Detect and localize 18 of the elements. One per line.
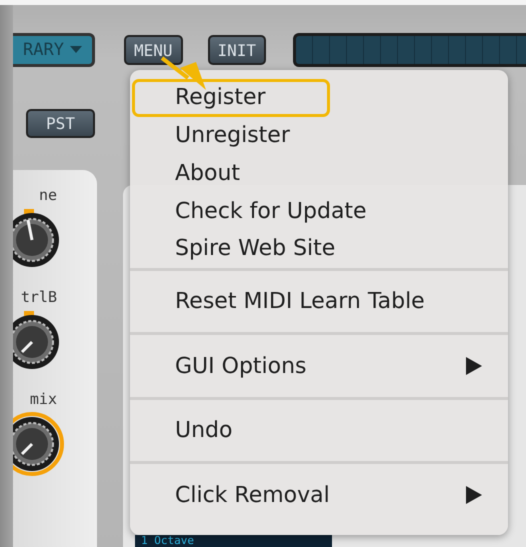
menu-item[interactable]: Click Removal xyxy=(130,464,508,526)
menu-item[interactable]: Spire Web Site xyxy=(130,230,508,268)
preset-button[interactable]: PST xyxy=(26,109,95,138)
menu-item[interactable]: Unregister xyxy=(130,116,508,154)
caret-icon xyxy=(70,46,82,54)
menu-item[interactable]: Register xyxy=(130,79,508,117)
octave-display: 1 Octave xyxy=(135,535,332,547)
menu-item[interactable]: About xyxy=(130,154,508,192)
menu-item[interactable]: Undo xyxy=(130,400,508,462)
menu-item[interactable]: Check for Update xyxy=(130,192,508,230)
knob[interactable] xyxy=(13,412,64,476)
menu-item[interactable]: Reset MIDI Learn Table xyxy=(130,270,508,332)
knob-label: mix xyxy=(28,390,58,408)
header-button[interactable]: MENU xyxy=(124,35,183,65)
knob-label: trlB xyxy=(20,288,58,306)
header-button[interactable]: INIT xyxy=(208,35,266,65)
knob-label: ne xyxy=(38,186,58,204)
menu-item[interactable]: GUI Options xyxy=(130,335,508,397)
